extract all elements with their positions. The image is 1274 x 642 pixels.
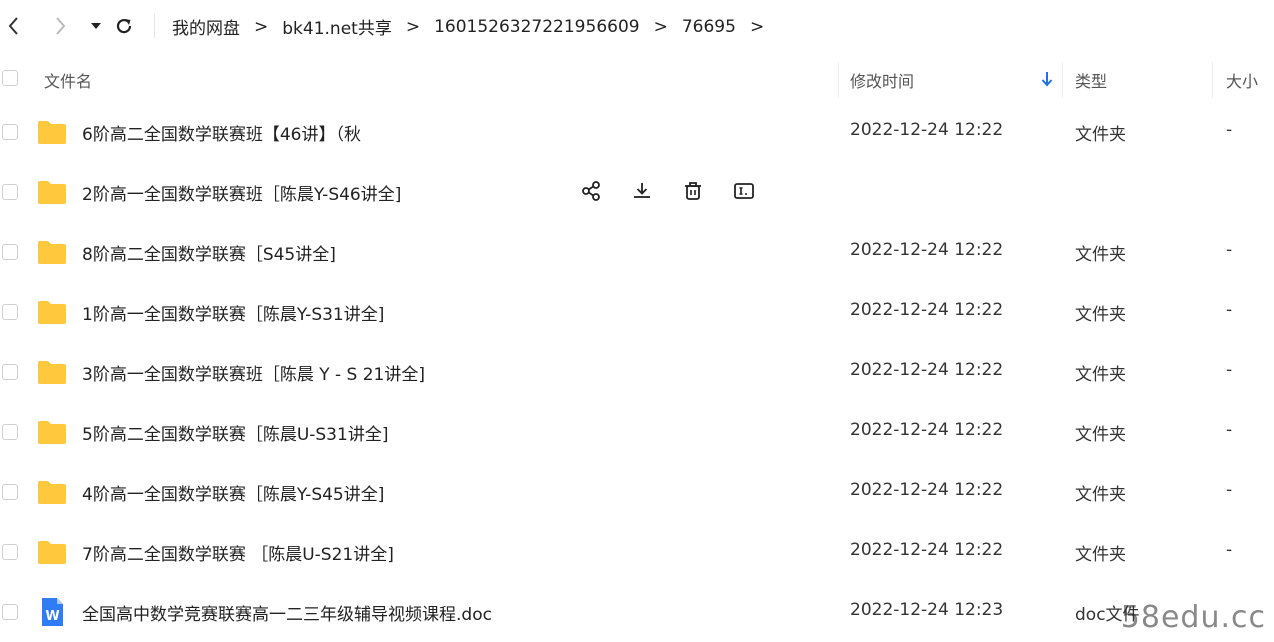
breadcrumb-item[interactable]: 我的网盘	[172, 14, 240, 39]
column-header-modified[interactable]: 修改时间	[850, 68, 914, 92]
watermark: 58edu.cc	[1121, 600, 1266, 635]
file-modified-date: 2022-12-24 12:22	[850, 360, 1003, 380]
file-name[interactable]: 4阶高一全国数学联赛［陈晨Y-S45讲全]	[82, 480, 384, 505]
row-checkbox[interactable]	[2, 304, 18, 320]
select-all-checkbox[interactable]	[2, 70, 18, 86]
file-row[interactable]: 8阶高二全国数学联赛［S45讲全] 2022-12-24 12:22 文件夹 -	[0, 222, 1274, 282]
file-row[interactable]: 2阶高一全国数学联赛班［陈晨Y-S46讲全]	[0, 162, 1274, 222]
file-name[interactable]: 3阶高一全国数学联赛班［陈晨 Y - S 21讲全]	[82, 360, 425, 385]
column-header-size[interactable]: 大小	[1226, 68, 1258, 92]
breadcrumb-separator: >	[654, 17, 668, 37]
row-checkbox[interactable]	[2, 544, 18, 560]
delete-icon[interactable]	[680, 178, 706, 204]
row-checkbox[interactable]	[2, 604, 18, 620]
column-header-type[interactable]: 类型	[1075, 68, 1107, 92]
share-icon[interactable]	[578, 178, 604, 204]
file-size: -	[1226, 240, 1232, 260]
file-row[interactable]: 1阶高一全国数学联赛［陈晨Y-S31讲全] 2022-12-24 12:22 文件夹…	[0, 282, 1274, 342]
breadcrumb-item[interactable]: bk41.net共享	[282, 14, 392, 39]
file-row[interactable]: 4阶高一全国数学联赛［陈晨Y-S45讲全] 2022-12-24 12:22 文件夹…	[0, 462, 1274, 522]
caret-down-icon	[90, 21, 102, 31]
row-checkbox[interactable]	[2, 424, 18, 440]
file-modified-date: 2022-12-24 12:22	[850, 240, 1003, 260]
file-type: 文件夹	[1075, 480, 1126, 505]
folder-icon	[36, 298, 68, 326]
column-divider[interactable]	[838, 62, 839, 98]
folder-icon	[36, 418, 68, 446]
folder-icon	[36, 358, 68, 386]
rename-icon[interactable]	[731, 178, 757, 204]
file-type: 文件夹	[1075, 120, 1126, 145]
file-name[interactable]: 6阶高二全国数学联赛班【46讲】（秋	[82, 120, 361, 145]
file-row[interactable]: 6阶高二全国数学联赛班【46讲】（秋 2022-12-24 12:22 文件夹 -	[0, 102, 1274, 162]
breadcrumb-item[interactable]: 76695	[682, 17, 736, 37]
file-type: 文件夹	[1075, 300, 1126, 325]
breadcrumb: 我的网盘 > bk41.net共享 > 1601526327221956609 …	[172, 14, 778, 39]
file-modified-date: 2022-12-24 12:23	[850, 600, 1003, 620]
file-name[interactable]: 1阶高一全国数学联赛［陈晨Y-S31讲全]	[82, 300, 384, 325]
file-name[interactable]: 全国高中数学竞赛联赛高一二三年级辅导视频课程.doc	[82, 600, 492, 625]
svg-text:W: W	[45, 609, 59, 624]
history-dropdown-button[interactable]	[82, 12, 110, 40]
file-modified-date: 2022-12-24 12:22	[850, 300, 1003, 320]
file-type: 文件夹	[1075, 420, 1126, 445]
arrow-down-icon[interactable]	[1040, 70, 1054, 88]
breadcrumb-separator: >	[750, 17, 764, 37]
file-name[interactable]: 2阶高一全国数学联赛班［陈晨Y-S46讲全]	[82, 180, 401, 205]
toolbar: 我的网盘 > bk41.net共享 > 1601526327221956609 …	[0, 0, 1274, 52]
row-hover-actions	[578, 178, 782, 204]
toolbar-divider	[154, 14, 155, 38]
file-size: -	[1226, 300, 1232, 320]
file-row[interactable]: 5阶高二全国数学联赛［陈晨U-S31讲全] 2022-12-24 12:22 文件夹…	[0, 402, 1274, 462]
file-type: 文件夹	[1075, 540, 1126, 565]
folder-icon	[36, 118, 68, 146]
file-modified-date: 2022-12-24 12:22	[850, 120, 1003, 140]
row-checkbox[interactable]	[2, 244, 18, 260]
back-button[interactable]	[0, 12, 28, 40]
file-size: -	[1226, 360, 1232, 380]
chevron-left-icon	[7, 16, 21, 36]
folder-icon	[36, 178, 68, 206]
breadcrumb-separator: >	[254, 17, 268, 37]
file-size: -	[1226, 120, 1232, 140]
breadcrumb-item[interactable]: 1601526327221956609	[434, 17, 640, 37]
column-divider[interactable]	[1212, 62, 1213, 98]
folder-icon	[36, 538, 68, 566]
file-size: -	[1226, 540, 1232, 560]
breadcrumb-separator: >	[406, 17, 420, 37]
refresh-icon	[114, 16, 134, 36]
row-checkbox[interactable]	[2, 184, 18, 200]
row-checkbox[interactable]	[2, 364, 18, 380]
file-size: -	[1226, 420, 1232, 440]
column-header-name[interactable]: 文件名	[44, 68, 92, 92]
file-list-header: 文件名 修改时间 类型 大小	[0, 56, 1274, 102]
file-row[interactable]: W 全国高中数学竞赛联赛高一二三年级辅导视频课程.doc 2022-12-24 12…	[0, 582, 1274, 642]
folder-icon	[36, 478, 68, 506]
file-size: -	[1226, 480, 1232, 500]
chevron-right-icon	[53, 16, 67, 36]
file-modified-date: 2022-12-24 12:22	[850, 480, 1003, 500]
file-row[interactable]: 7阶高二全国数学联赛 ［陈晨U-S21讲全] 2022-12-24 12:22 文件…	[0, 522, 1274, 582]
folder-icon	[36, 238, 68, 266]
refresh-button[interactable]	[110, 12, 138, 40]
file-type: 文件夹	[1075, 240, 1126, 265]
file-row[interactable]: 3阶高一全国数学联赛班［陈晨 Y - S 21讲全] 2022-12-24 12:…	[0, 342, 1274, 402]
column-divider[interactable]	[1062, 62, 1063, 98]
file-modified-date: 2022-12-24 12:22	[850, 540, 1003, 560]
file-name[interactable]: 8阶高二全国数学联赛［S45讲全]	[82, 240, 336, 265]
download-icon[interactable]	[629, 178, 655, 204]
row-checkbox[interactable]	[2, 124, 18, 140]
file-type: 文件夹	[1075, 360, 1126, 385]
row-checkbox[interactable]	[2, 484, 18, 500]
file-modified-date: 2022-12-24 12:22	[850, 420, 1003, 440]
file-name[interactable]: 5阶高二全国数学联赛［陈晨U-S31讲全]	[82, 420, 388, 445]
word-doc-icon: W	[36, 596, 68, 624]
file-name[interactable]: 7阶高二全国数学联赛 ［陈晨U-S21讲全]	[82, 540, 394, 565]
forward-button[interactable]	[46, 12, 74, 40]
